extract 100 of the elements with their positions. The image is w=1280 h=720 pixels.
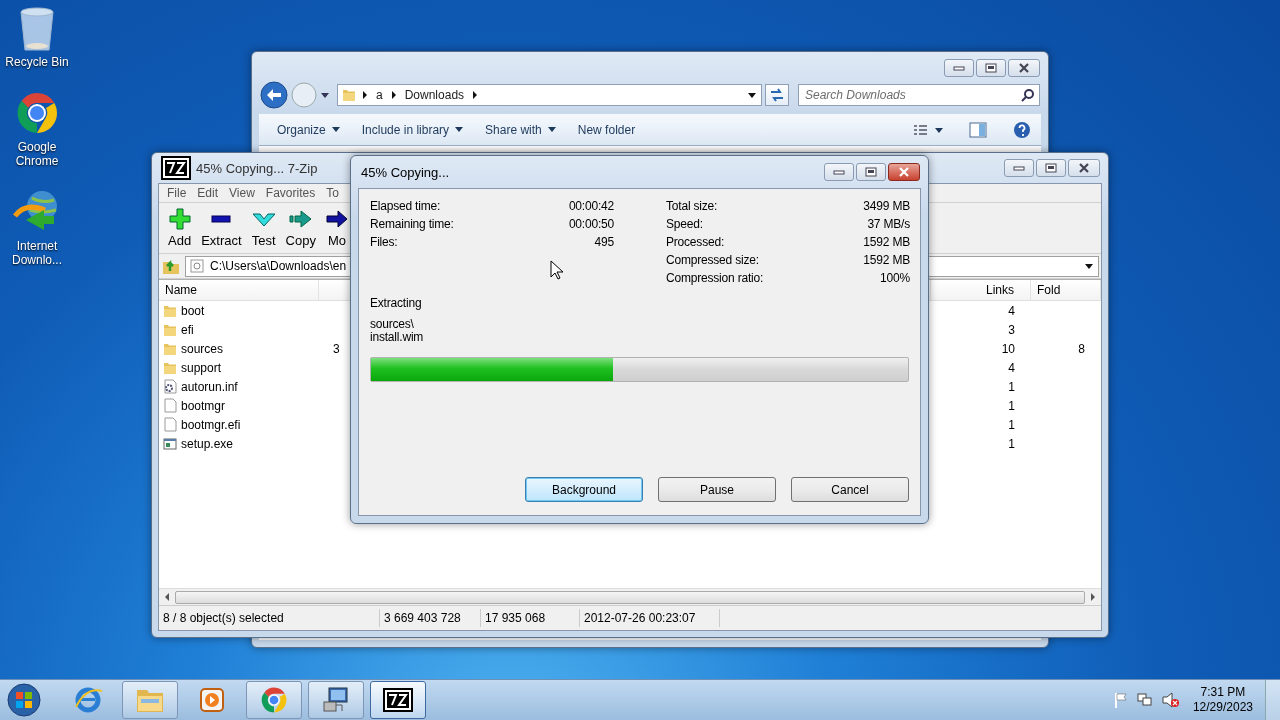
file-icon: [163, 417, 177, 432]
command-button[interactable]: Include in library: [353, 118, 472, 141]
stat-value: 00:00:50: [568, 217, 614, 231]
file-name[interactable]: support: [181, 360, 222, 375]
status-text: 2012-07-26 00:23:07: [580, 609, 720, 627]
toolbar-button[interactable]: Extract: [196, 208, 247, 248]
windows-logo-icon: [6, 682, 42, 718]
dialog-button[interactable]: Cancel: [791, 477, 909, 502]
column-header[interactable]: Links: [931, 280, 1031, 300]
taskbar-button[interactable]: [308, 681, 364, 719]
column-header[interactable]: Name: [159, 280, 319, 300]
table-cell-text: 4: [1007, 360, 1016, 375]
maximize-icon: [1045, 163, 1057, 173]
chevron-icon[interactable]: [472, 91, 479, 99]
scroll-right-icon[interactable]: [1089, 593, 1097, 601]
file-name[interactable]: bootmgr: [181, 398, 226, 413]
table-cell: 8: [1078, 341, 1085, 356]
stat-label: Processed:: [666, 235, 726, 249]
close-button[interactable]: [888, 163, 920, 181]
menu-item[interactable]: View: [223, 186, 260, 200]
network-icon[interactable]: [1136, 692, 1153, 708]
caret-icon[interactable]: [747, 91, 757, 99]
table-cell-text: 3: [1007, 322, 1016, 337]
table-cell-text: 1: [1007, 436, 1016, 451]
help-icon[interactable]: [1013, 120, 1031, 139]
table-cell-text: 4: [1007, 303, 1016, 318]
browser-e-icon: [73, 685, 103, 715]
file-name[interactable]: sources: [181, 341, 224, 356]
file-name[interactable]: bootmgr.efi: [181, 417, 241, 432]
scroll-left-icon[interactable]: [163, 593, 171, 601]
chevron-icon[interactable]: [362, 91, 368, 99]
folder-icon: [163, 341, 177, 356]
caret-icon: [547, 127, 556, 132]
minimize-icon: [833, 169, 845, 175]
toolbar-button[interactable]: Add: [163, 208, 197, 248]
horizontal-scrollbar[interactable]: [159, 588, 1101, 605]
toolbar-button[interactable]: Copy: [280, 208, 321, 248]
operation-label: Extracting: [370, 296, 423, 310]
caret-icon: [455, 127, 464, 132]
back-button[interactable]: [260, 81, 288, 109]
toolbar-button[interactable]: Mo: [320, 208, 353, 248]
folder-icon: [163, 360, 177, 375]
stat-value: 100%: [879, 271, 910, 285]
refresh-button[interactable]: [765, 84, 789, 106]
menu-item[interactable]: File: [161, 186, 192, 200]
close-button[interactable]: [1068, 159, 1100, 177]
desktop-icon-label[interactable]: Google Chrome: [2, 140, 72, 168]
menu-item[interactable]: To: [320, 186, 344, 200]
menu-item[interactable]: Favorites: [259, 186, 321, 200]
volume-muted-icon[interactable]: [1161, 692, 1180, 708]
command-button[interactable]: New folder: [569, 118, 644, 141]
file-name[interactable]: boot: [181, 303, 205, 318]
command-button[interactable]: Share with: [477, 118, 564, 141]
caret-icon[interactable]: [1085, 263, 1093, 269]
dialog-button[interactable]: Background: [525, 477, 643, 502]
chevron-icon[interactable]: [390, 91, 397, 99]
recycle-bin-icon: [17, 6, 57, 52]
search-field[interactable]: Search Downloads: [798, 84, 1040, 106]
minimize-icon: [1013, 165, 1025, 171]
folder-icon: [342, 88, 356, 102]
status-text: 8 / 8 object(s) selected: [159, 609, 380, 627]
toolbar-button[interactable]: Test: [246, 208, 281, 248]
clock-date[interactable]: 12/29/2023: [1192, 700, 1253, 715]
taskbar-button[interactable]: [370, 681, 426, 719]
stat-value: 1592 MB: [863, 235, 910, 249]
close-button[interactable]: [1008, 59, 1040, 77]
status-text: 3 669 403 728: [380, 609, 481, 627]
plus-icon: [168, 208, 191, 230]
arrow-icon: [325, 208, 348, 230]
view-options-icon[interactable]: [913, 123, 943, 136]
forward-icon: [291, 82, 317, 108]
file-name[interactable]: efi: [181, 322, 194, 337]
close-icon: [898, 167, 910, 177]
dialog-title: 45% Copying...: [361, 164, 450, 180]
refresh-icon: [769, 88, 785, 102]
menu-item[interactable]: Edit: [191, 186, 224, 200]
command-button[interactable]: Organize: [269, 118, 348, 141]
maximize-button[interactable]: [1036, 159, 1066, 177]
stat-value: 495: [593, 235, 614, 249]
address-bar[interactable]: a Downloads: [337, 84, 762, 106]
table-cell: 3: [333, 341, 340, 356]
desktop-icon-label[interactable]: Internet Downlo...: [2, 239, 72, 267]
stat-label: Total size:: [666, 199, 719, 213]
file-path: sources\: [370, 318, 415, 331]
desktop-icon-label[interactable]: Recycle Bin: [2, 55, 72, 69]
column-header[interactable]: Fold: [1031, 280, 1101, 300]
breadcrumb[interactable]: Downloads: [402, 88, 467, 102]
file-name[interactable]: autorun.inf: [181, 379, 238, 394]
program-icon: [163, 436, 177, 451]
maximize-icon: [985, 63, 997, 73]
breadcrumb[interactable]: a: [374, 88, 385, 102]
back-icon: [260, 81, 288, 109]
caret-icon[interactable]: [320, 91, 330, 99]
maximize-button[interactable]: [976, 59, 1006, 77]
dialog-button[interactable]: Pause: [658, 477, 776, 502]
stat-value: 37 MB/s: [866, 217, 910, 231]
search-icon[interactable]: [1021, 88, 1035, 102]
clock-time[interactable]: 7:31 PM: [1200, 685, 1246, 700]
maximize-button[interactable]: [856, 163, 886, 181]
file-name[interactable]: setup.exe: [181, 436, 234, 451]
